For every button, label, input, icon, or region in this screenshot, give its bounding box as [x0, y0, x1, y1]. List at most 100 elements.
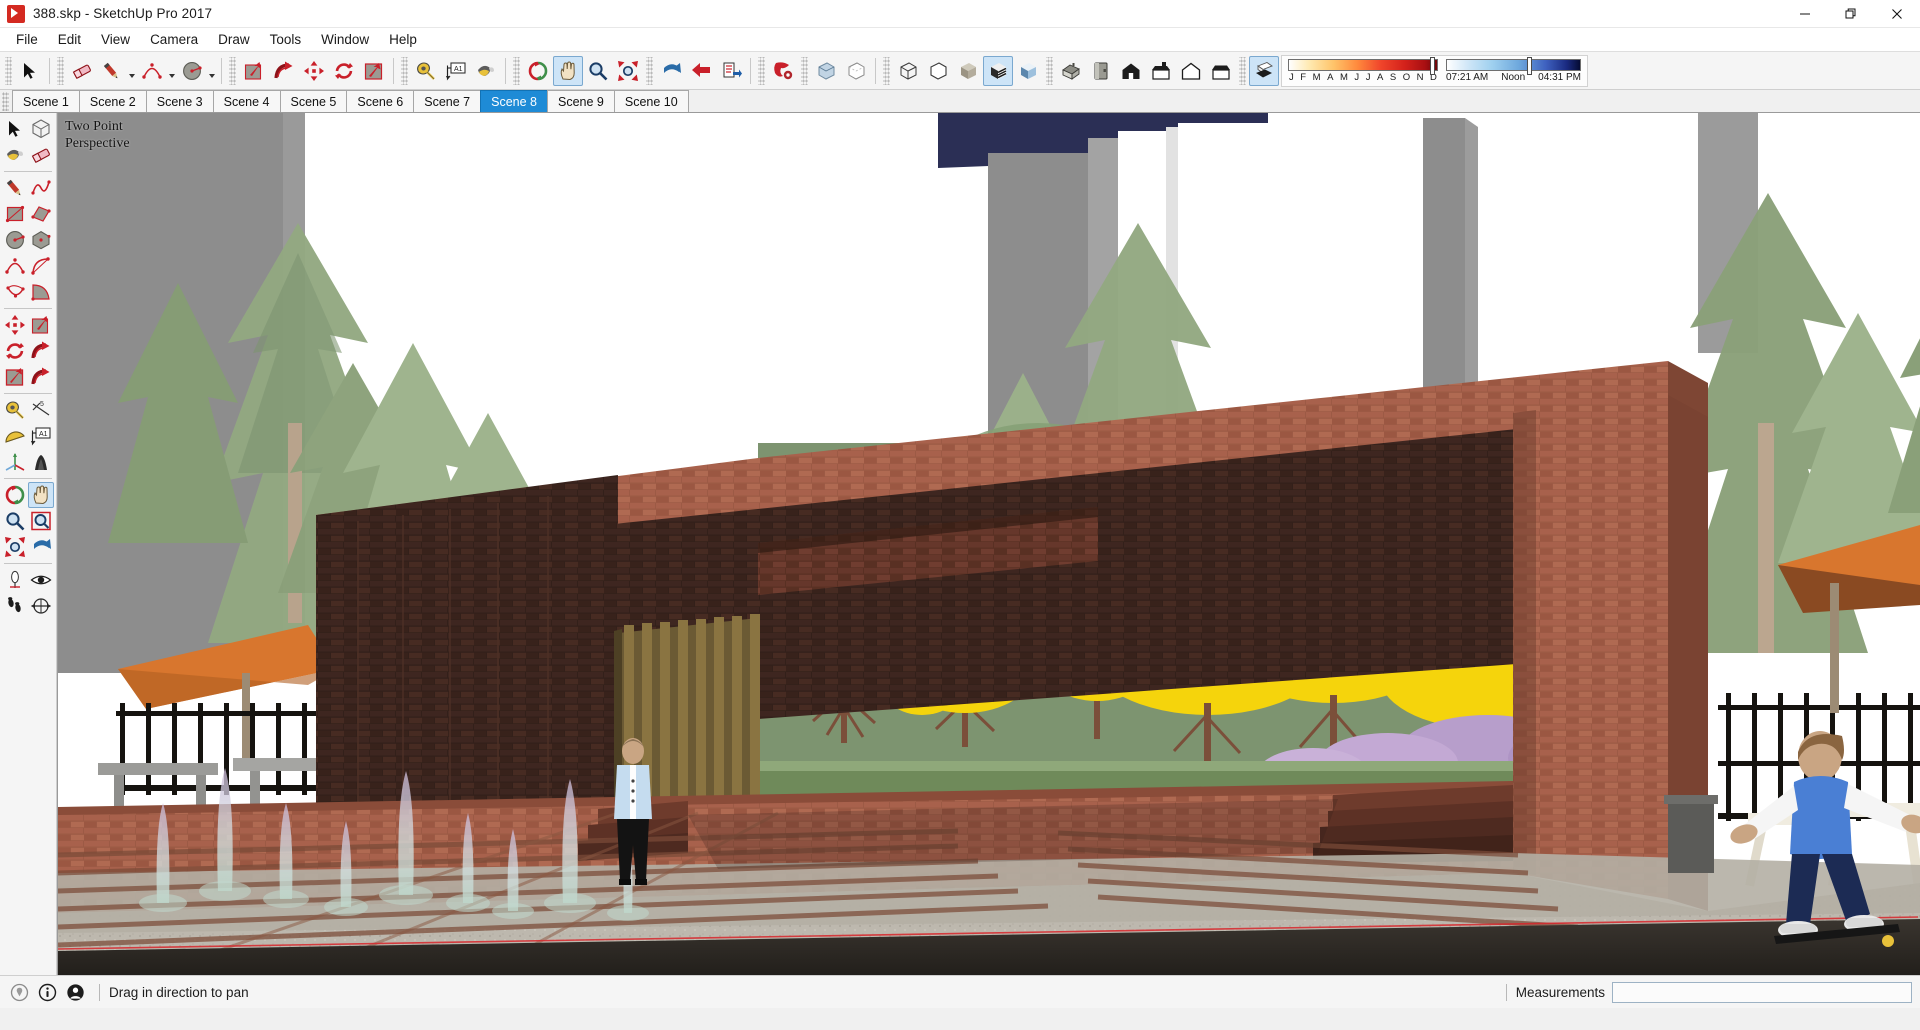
toolbar-grip-view-style-group[interactable] — [801, 56, 808, 85]
toolbar-grip-extensions-group[interactable] — [758, 56, 765, 85]
style-backedges[interactable] — [841, 56, 871, 86]
pie-tool[interactable] — [28, 279, 54, 305]
menu-item-view[interactable]: View — [91, 30, 140, 49]
toolbar-grip-camera-group[interactable] — [513, 56, 520, 85]
followme-tool[interactable] — [269, 56, 299, 86]
rotated-rectangle-tool[interactable] — [28, 201, 54, 227]
zoom-tool-left[interactable] — [2, 508, 28, 534]
measurements-input[interactable] — [1612, 981, 1912, 1003]
protractor-tool[interactable] — [2, 423, 28, 449]
eraser-tool-left[interactable] — [28, 142, 54, 168]
previous-view-left[interactable] — [28, 534, 54, 560]
shadow-month-slider[interactable]: JFMAMJJASOND — [1288, 56, 1438, 86]
style-texture[interactable] — [983, 55, 1013, 86]
look-around-tool[interactable] — [28, 567, 54, 593]
style-shaded[interactable] — [953, 56, 983, 86]
toolbar-grip-walkthrough-group[interactable] — [646, 56, 653, 85]
pan-tool[interactable] — [553, 55, 583, 86]
menu-item-camera[interactable]: Camera — [140, 30, 208, 49]
chevron-down-icon[interactable] — [127, 56, 137, 86]
rotate-tool-left[interactable] — [2, 338, 28, 364]
three-d-text-tool[interactable] — [28, 449, 54, 475]
tape-measure-tool[interactable] — [411, 56, 441, 86]
move-tool[interactable] — [299, 56, 329, 86]
axes-tool[interactable] — [2, 449, 28, 475]
followme-tool-left[interactable] — [28, 338, 54, 364]
style-wireframe[interactable] — [893, 56, 923, 86]
orbit-tool-left[interactable] — [2, 482, 28, 508]
chevron-down-icon[interactable] — [207, 56, 217, 86]
select-tool[interactable] — [15, 56, 45, 86]
scene-toolbar-grip[interactable] — [2, 91, 9, 111]
circle-tool-left[interactable] — [2, 227, 28, 253]
walk-tool[interactable] — [2, 593, 28, 619]
minimize-button[interactable] — [1782, 0, 1828, 28]
maximize-restore-button[interactable] — [1828, 0, 1874, 28]
geo-location-icon[interactable] — [6, 979, 32, 1005]
pushpull-tool-left[interactable] — [28, 312, 54, 338]
arc-tool[interactable] — [137, 56, 167, 86]
scene-tab-6[interactable]: Scene 6 — [346, 90, 415, 112]
print-button[interactable] — [716, 56, 746, 86]
toolbar-grip-standard-views-group[interactable] — [1046, 56, 1053, 85]
two-point-arc-tool[interactable] — [28, 253, 54, 279]
section-plane-tool[interactable] — [28, 593, 54, 619]
scene-tab-10[interactable]: Scene 10 — [613, 90, 689, 112]
scene-tab-8[interactable]: Scene 8 — [480, 90, 548, 112]
rotate-tool[interactable] — [329, 56, 359, 86]
style-hiddenline[interactable] — [923, 56, 953, 86]
rectangle-tool[interactable] — [2, 201, 28, 227]
text-tool-left[interactable]: A1 — [28, 423, 54, 449]
shadow-time-slider[interactable]: 07:21 AM Noon 04:31 PM — [1446, 56, 1581, 86]
previous-view[interactable] — [656, 56, 686, 86]
toolbar-grip-face-style-group[interactable] — [883, 56, 890, 85]
next-view[interactable] — [686, 56, 716, 86]
move-tool-left[interactable] — [2, 312, 28, 338]
view-iso[interactable] — [1056, 56, 1086, 86]
line-tool-left[interactable] — [2, 175, 28, 201]
chevron-down-icon[interactable] — [167, 56, 177, 86]
text-tool[interactable]: A1 — [441, 56, 471, 86]
menu-item-window[interactable]: Window — [311, 30, 379, 49]
pan-tool-left[interactable] — [28, 482, 54, 508]
paint-bucket-tool-left[interactable] — [2, 142, 28, 168]
zoom-window-tool[interactable] — [28, 508, 54, 534]
toolbar-grip-select-group[interactable] — [5, 56, 12, 85]
zoom-extents-tool-left[interactable] — [2, 534, 28, 560]
toolbar-grip-draw-modify-group[interactable] — [57, 56, 64, 85]
time-slider-knob[interactable] — [1527, 56, 1532, 75]
model-viewport[interactable]: Two Point Perspective — [57, 113, 1920, 975]
scene-tab-4[interactable]: Scene 4 — [212, 90, 281, 112]
scene-tab-9[interactable]: Scene 9 — [547, 90, 615, 112]
orbit-tool[interactable] — [523, 56, 553, 86]
position-camera-tool[interactable] — [2, 567, 28, 593]
menu-item-file[interactable]: File — [6, 30, 48, 49]
circle-tool[interactable] — [177, 56, 207, 86]
paint-bucket-tool[interactable] — [471, 56, 501, 86]
offset-tool[interactable] — [359, 56, 389, 86]
view-top[interactable] — [1086, 56, 1116, 86]
view-right[interactable] — [1146, 56, 1176, 86]
polygon-tool[interactable] — [28, 227, 54, 253]
scene-tab-7[interactable]: Scene 7 — [413, 90, 482, 112]
style-monochrome[interactable] — [1013, 56, 1043, 86]
eraser-tool[interactable] — [67, 56, 97, 86]
scene-tab-1[interactable]: Scene 1 — [12, 90, 80, 112]
user-account-icon[interactable] — [62, 979, 88, 1005]
menu-item-tools[interactable]: Tools — [260, 30, 312, 49]
dimension-tool[interactable]: 5 — [28, 397, 54, 423]
freehand-tool[interactable] — [28, 175, 54, 201]
scale-tool[interactable] — [2, 364, 28, 390]
scene-tab-3[interactable]: Scene 3 — [145, 90, 214, 112]
zoom-tool[interactable] — [583, 56, 613, 86]
toolbar-grip-shadow-group[interactable] — [1239, 56, 1246, 85]
scene-tab-5[interactable]: Scene 5 — [279, 90, 348, 112]
pushpull-tool[interactable] — [239, 56, 269, 86]
view-left[interactable] — [1206, 56, 1236, 86]
followme-tool-alt[interactable] — [28, 364, 54, 390]
tape-measure-tool-left[interactable] — [2, 397, 28, 423]
toolbar-grip-construction-group[interactable] — [401, 56, 408, 85]
toolbar-grip-edit-group[interactable] — [229, 56, 236, 85]
month-slider-knob[interactable] — [1430, 56, 1435, 75]
view-front[interactable] — [1116, 56, 1146, 86]
